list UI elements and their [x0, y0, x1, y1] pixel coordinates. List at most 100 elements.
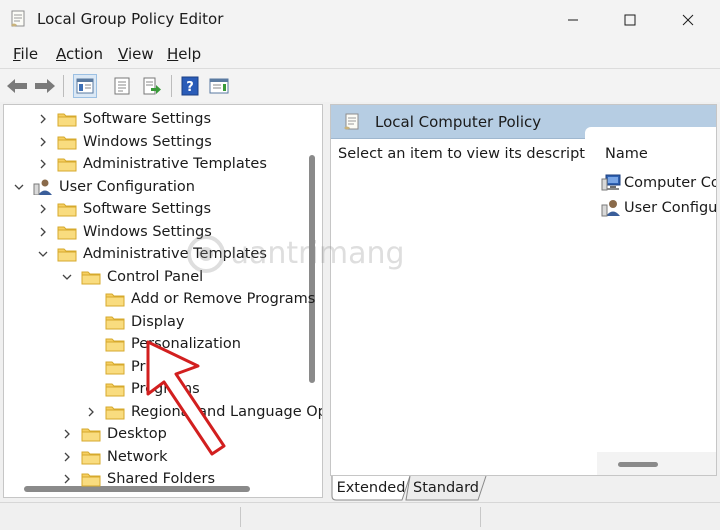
list-item[interactable]: User Configuration	[601, 197, 716, 219]
svg-text:?: ?	[186, 80, 194, 95]
tree-item-label: Personalization	[131, 336, 241, 352]
tree-item[interactable]: Windows Settings	[37, 131, 212, 153]
tree-item[interactable]: Software Settings	[37, 198, 211, 220]
forward-button[interactable]	[33, 74, 57, 98]
tree-item-label: Desktop	[107, 426, 167, 442]
tree-item[interactable]: Administrative Templates	[37, 153, 267, 175]
tree-item-label: Software Settings	[83, 111, 212, 127]
tree-item[interactable]: Administrative Templates	[37, 243, 267, 265]
tree-item[interactable]: Regional and Language Op	[85, 401, 323, 423]
chevron-right-icon[interactable]	[63, 452, 71, 462]
menu-help[interactable]: Help	[167, 45, 201, 63]
chevron-right-icon[interactable]	[63, 429, 71, 439]
tree-item[interactable]: Control Panel	[61, 266, 203, 288]
chevron-right-icon[interactable]	[39, 137, 47, 147]
tree-expander[interactable]	[37, 158, 49, 170]
tree-expander[interactable]	[13, 181, 25, 193]
tree-item[interactable]: Software Settings	[37, 108, 211, 130]
window-title: Local Group Policy Editor	[37, 10, 224, 28]
list-item[interactable]: Computer Configuration	[601, 172, 716, 194]
chevron-down-icon[interactable]	[38, 250, 48, 258]
chevron-right-icon[interactable]	[39, 227, 47, 237]
tree-item[interactable]: Personalization	[85, 333, 241, 355]
toolbar: ?	[0, 68, 720, 102]
tree-item-label: Shared Folders	[107, 471, 216, 487]
show-action-pane-button[interactable]	[207, 74, 231, 98]
help-button[interactable]: ?	[178, 74, 202, 98]
tree-item[interactable]: User Configuration	[13, 176, 195, 198]
export-list-button[interactable]	[140, 74, 164, 98]
chevron-down-icon[interactable]	[62, 273, 72, 281]
tree-pane[interactable]: Software Settings Windows Settings Adminis…	[3, 104, 323, 498]
folder-icon	[105, 316, 125, 329]
folder-icon	[57, 136, 77, 149]
tree-item[interactable]: Add or Remove Programs	[85, 288, 315, 310]
details-horizontal-scrollbar-thumb[interactable]	[618, 462, 658, 467]
tree-expander	[85, 338, 97, 350]
user-config-icon	[33, 179, 52, 195]
tree-item-label: User Configuration	[59, 178, 195, 195]
tree-item-label: Administrative Templates	[83, 246, 267, 262]
maximize-button[interactable]	[603, 0, 657, 40]
tree-item[interactable]: Printers	[85, 356, 187, 378]
column-header-name[interactable]: Name	[605, 146, 648, 162]
tree-item[interactable]: Display	[85, 311, 184, 333]
tree-item[interactable]: Shared Folders	[61, 468, 215, 490]
minimize-icon	[568, 19, 578, 21]
tree-item-label: Control Panel	[107, 268, 204, 285]
chevron-right-icon[interactable]	[39, 159, 47, 169]
tree-expander[interactable]	[61, 473, 73, 485]
folder-icon	[105, 383, 125, 397]
tree-item[interactable]: Network	[61, 446, 168, 468]
title-bar: Local Group Policy Editor	[0, 0, 720, 40]
tree-item-label: Regional and Language Op	[131, 403, 323, 420]
computer-config-icon	[601, 174, 621, 191]
tab-extended[interactable]: Extended	[334, 476, 408, 500]
policy-editor-icon	[11, 10, 25, 27]
tree-expander[interactable]	[37, 113, 49, 125]
chevron-right-icon[interactable]	[39, 204, 47, 214]
tree-expander[interactable]	[37, 136, 49, 148]
tree-expander[interactable]	[37, 248, 49, 260]
tree-expander	[85, 316, 97, 328]
user-config-icon	[601, 200, 620, 217]
tree-expander[interactable]	[37, 226, 49, 238]
tree-item[interactable]: Programs	[85, 378, 200, 400]
tree-item-label: Display	[131, 313, 185, 330]
items-list: Name Computer Configuration User Configu…	[585, 127, 716, 475]
folder-icon	[57, 248, 77, 262]
tree-expander[interactable]	[61, 451, 73, 463]
tree-item[interactable]: Windows Settings	[37, 221, 212, 243]
properties-button[interactable]	[110, 74, 134, 98]
tree-item-label: Add or Remove Programs	[131, 291, 316, 307]
show-hide-tree-button[interactable]	[73, 74, 97, 98]
tree-item[interactable]: Desktop	[61, 423, 167, 445]
tab-standard[interactable]: Standard	[410, 476, 482, 500]
folder-icon	[105, 338, 125, 352]
tree-expander[interactable]	[61, 271, 73, 283]
menu-view[interactable]: View	[118, 45, 154, 63]
tree-expander[interactable]	[37, 203, 49, 215]
tree-item-label: Programs	[131, 381, 200, 397]
forward-arrow-icon	[35, 79, 55, 93]
tree-expander	[85, 383, 97, 395]
chevron-right-icon[interactable]	[39, 114, 47, 124]
close-button[interactable]	[661, 0, 715, 40]
tree-expander[interactable]	[61, 428, 73, 440]
back-button[interactable]	[5, 74, 29, 98]
chevron-down-icon[interactable]	[14, 183, 24, 191]
tree-item-label: Software Settings	[83, 201, 212, 217]
tree-expander[interactable]	[85, 406, 97, 418]
minimize-button[interactable]	[546, 0, 600, 40]
tree-vertical-scrollbar[interactable]	[309, 155, 315, 383]
chevron-right-icon[interactable]	[63, 474, 71, 484]
folder-icon	[81, 428, 101, 442]
tree-expander	[85, 293, 97, 305]
tree-item-label: Windows Settings	[83, 223, 212, 240]
tree-item-label: Network	[107, 448, 168, 465]
view-tabs: Extended Standard	[330, 476, 717, 502]
chevron-right-icon[interactable]	[87, 407, 95, 417]
menu-action[interactable]: Action	[56, 45, 103, 63]
menu-file[interactable]: File	[13, 45, 38, 63]
tree-item-label: Administrative Templates	[83, 156, 267, 172]
